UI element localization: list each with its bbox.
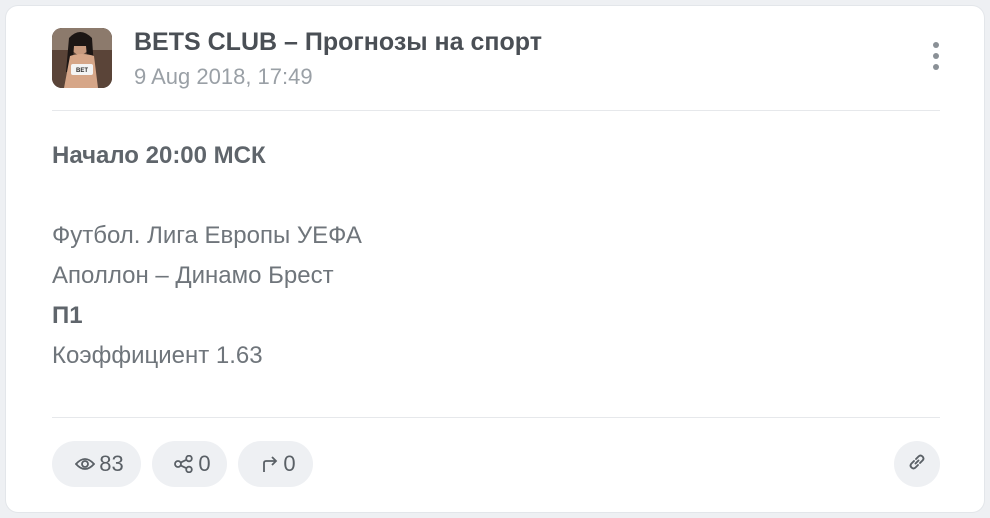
forward-button[interactable]: 0 bbox=[238, 441, 313, 487]
eye-icon bbox=[75, 457, 96, 471]
post-start-time: Начало 20:00 МСК bbox=[52, 142, 266, 169]
share-button[interactable]: 0 bbox=[152, 441, 227, 487]
post-odds: Коэффициент 1.63 bbox=[52, 342, 263, 369]
more-options-button[interactable] bbox=[922, 38, 950, 74]
more-vertical-icon-dot bbox=[933, 53, 939, 59]
post-match: Аполлон – Динамо Брест bbox=[52, 262, 334, 289]
post-league: Футбол. Лига Европы УЕФА bbox=[52, 222, 362, 249]
shares-count: 0 bbox=[198, 451, 211, 476]
post-stats: 83 0 0 bbox=[52, 441, 313, 487]
link-icon bbox=[906, 451, 928, 478]
header-divider bbox=[52, 110, 940, 111]
avatar-logo-text: BET bbox=[76, 68, 88, 74]
views-counter[interactable]: 83 bbox=[52, 441, 141, 487]
more-vertical-icon bbox=[933, 42, 939, 48]
views-count: 83 bbox=[99, 451, 124, 476]
post-bet: П1 bbox=[52, 302, 83, 329]
copy-link-button[interactable] bbox=[894, 441, 940, 487]
post-body: Начало 20:00 МСК Футбол. Лига Европы УЕФ… bbox=[52, 136, 932, 376]
footer-divider bbox=[52, 417, 940, 418]
forwards-count: 0 bbox=[283, 451, 296, 476]
share-icon bbox=[174, 455, 194, 473]
channel-avatar[interactable]: BET bbox=[52, 28, 112, 88]
avatar-image: BET bbox=[52, 28, 112, 88]
post-card: BET BETS CLUB – Прогнозы на спорт 9 Aug … bbox=[6, 6, 984, 512]
channel-name[interactable]: BETS CLUB – Прогнозы на спорт bbox=[134, 28, 542, 57]
forward-arrow-icon bbox=[261, 455, 279, 473]
more-vertical-icon-dot bbox=[933, 64, 939, 70]
post-date[interactable]: 9 Aug 2018, 17:49 bbox=[134, 64, 313, 90]
